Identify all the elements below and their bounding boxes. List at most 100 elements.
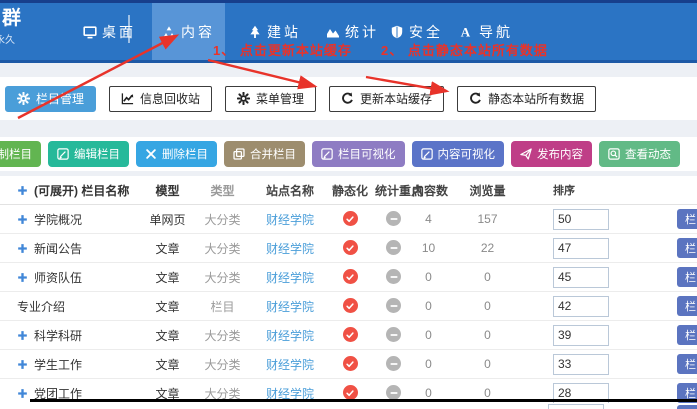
button-label: 栏目管理 <box>36 90 84 107</box>
sort-input[interactable] <box>553 354 609 375</box>
model-cell: 文章 <box>145 240 190 257</box>
table-row: 专业介绍文章栏目财经学院00栏目 <box>0 292 697 321</box>
annotation-note-2: 2、 点击静态本站所有数据 <box>381 40 548 59</box>
action-bar: 复制栏目 编辑栏目删除栏目合并栏目栏目可视化内容可视化发布内容查看动态 <box>0 137 697 171</box>
expand-icon[interactable] <box>17 359 28 370</box>
menu-manage-button[interactable]: 菜单管理 <box>225 86 316 112</box>
static-status-icon[interactable] <box>343 269 358 284</box>
stat-focus-cell <box>375 327 412 343</box>
column-name: 学生工作 <box>34 356 82 373</box>
copy-column-button[interactable]: 复制栏目 <box>0 141 41 167</box>
column-action-button[interactable]: 栏目 <box>677 296 697 316</box>
column-action-button[interactable]: 栏目 <box>677 325 697 345</box>
expand-icon[interactable] <box>17 388 28 399</box>
sort-input[interactable] <box>548 404 604 409</box>
sort-input[interactable] <box>553 267 609 288</box>
minus-icon <box>389 388 399 398</box>
content-count-cell: 0 <box>412 299 445 313</box>
sort-input[interactable] <box>553 325 609 346</box>
stat-focus-status-icon[interactable] <box>386 211 401 226</box>
stat-focus-status-icon[interactable] <box>386 269 401 284</box>
check-icon <box>345 272 355 282</box>
sort-cell <box>530 354 697 375</box>
stat-focus-cell <box>375 240 412 256</box>
static-all-button[interactable]: 静态本站所有数据 <box>457 86 596 112</box>
view-activity-button[interactable]: 查看动态 <box>599 141 680 167</box>
delete-column-button[interactable]: 删除栏目 <box>136 141 217 167</box>
sort-input[interactable] <box>553 238 609 259</box>
site-link[interactable]: 财经学院 <box>255 240 325 257</box>
content-count-cell: 0 <box>412 270 445 284</box>
sort-input[interactable] <box>553 296 609 317</box>
copy-icon <box>233 148 245 160</box>
type-cell: 大分类 <box>190 356 255 373</box>
expand-icon[interactable] <box>17 214 28 225</box>
check-icon <box>345 301 355 311</box>
edit-column-button[interactable]: 编辑栏目 <box>48 141 129 167</box>
publish-content-button[interactable]: 发布内容 <box>511 141 592 167</box>
minus-icon <box>389 301 399 311</box>
header-type: 类型 <box>190 182 255 199</box>
static-status-icon[interactable] <box>343 385 358 400</box>
check-icon <box>345 359 355 369</box>
static-status-icon[interactable] <box>343 356 358 371</box>
nav-label: 桌面 <box>102 22 136 42</box>
expand-icon[interactable] <box>17 330 28 341</box>
site-link[interactable]: 财经学院 <box>255 269 325 286</box>
table-header-row: (可展开) 栏目名称模型类型站点名称静态化统计重点内容数浏览量排序 <box>0 176 697 205</box>
partial-table-row: 栏目 <box>0 403 697 409</box>
static-status-icon[interactable] <box>343 240 358 255</box>
column-action-button[interactable]: 栏目 <box>677 267 697 287</box>
stat-focus-status-icon[interactable] <box>386 356 401 371</box>
refresh-icon <box>469 92 482 105</box>
nav-item-desktop[interactable]: 桌面 <box>73 3 146 60</box>
static-status-icon[interactable] <box>343 327 358 342</box>
column-manage-button[interactable]: 栏目管理 <box>5 86 96 112</box>
column-action-button[interactable]: 栏目 <box>677 209 697 229</box>
stat-focus-status-icon[interactable] <box>386 385 401 400</box>
cms-admin-page: 群 永久 桌面内容建站统计安全A导航 1、 点击更新本站缓存2、 点击静态本站所… <box>0 0 697 409</box>
static-status-icon[interactable] <box>343 211 358 226</box>
shield-icon <box>390 25 404 39</box>
button-label: 编辑栏目 <box>74 146 120 162</box>
column-action-button[interactable]: 栏目 <box>677 405 697 409</box>
column-name: 科学科研 <box>34 327 82 344</box>
content-count-cell: 0 <box>412 328 445 342</box>
views-cell: 157 <box>445 212 530 226</box>
content-count-cell: 0 <box>412 386 445 400</box>
expand-icon[interactable] <box>17 243 28 254</box>
views-cell: 0 <box>445 386 530 400</box>
minus-icon <box>389 214 399 224</box>
stat-focus-status-icon[interactable] <box>386 240 401 255</box>
merge-column-button[interactable]: 合并栏目 <box>224 141 305 167</box>
columns-table: (可展开) 栏目名称模型类型站点名称静态化统计重点内容数浏览量排序学院概况单网页… <box>0 176 697 408</box>
minus-icon <box>389 359 399 369</box>
column-action-button[interactable]: 栏目 <box>677 354 697 374</box>
site-link[interactable]: 财经学院 <box>255 327 325 344</box>
svg-text:A: A <box>461 25 473 39</box>
info-recycle-button[interactable]: 信息回收站 <box>109 86 212 112</box>
expand-icon[interactable] <box>17 272 28 283</box>
check-icon <box>345 243 355 253</box>
column-name-cell: 专业介绍 <box>0 298 145 315</box>
edit-icon <box>321 148 333 160</box>
button-label: 菜单管理 <box>256 90 304 107</box>
site-link[interactable]: 财经学院 <box>255 356 325 373</box>
column-visual-button[interactable]: 栏目可视化 <box>312 141 405 167</box>
stat-focus-status-icon[interactable] <box>386 327 401 342</box>
type-cell: 大分类 <box>190 211 255 228</box>
content-visual-button[interactable]: 内容可视化 <box>412 141 505 167</box>
column-action-button[interactable]: 栏目 <box>677 238 697 258</box>
button-label: 静态本站所有数据 <box>488 90 584 107</box>
content-count-cell: 10 <box>412 241 445 255</box>
static-status-icon[interactable] <box>343 298 358 313</box>
site-link[interactable]: 财经学院 <box>255 298 325 315</box>
refresh-cache-button[interactable]: 更新本站缓存 <box>329 86 444 112</box>
site-link[interactable]: 财经学院 <box>255 211 325 228</box>
header-content-count: 内容数 <box>412 182 445 199</box>
x-icon <box>145 148 157 160</box>
button-label: 复制栏目 <box>0 146 32 162</box>
stat-focus-status-icon[interactable] <box>386 298 401 313</box>
static-cell <box>325 298 375 314</box>
sort-input[interactable] <box>553 209 609 230</box>
